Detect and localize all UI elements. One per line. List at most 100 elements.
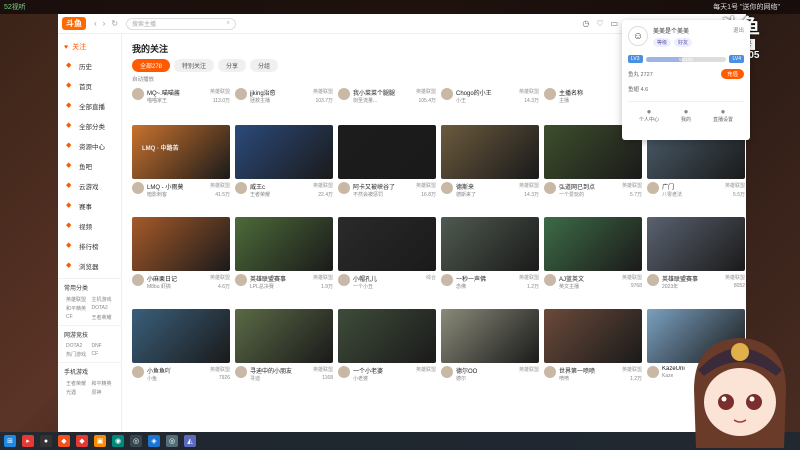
category-tag[interactable]: 原神 (92, 389, 114, 396)
sidebar-item[interactable]: ◆ 浏览器 (58, 256, 121, 276)
stream-card[interactable]: AJ蓝英文 英雄联盟 英文主播 9768 (544, 217, 642, 305)
stream-card[interactable]: 德尔OO 英雄联盟 德尔 (441, 309, 539, 397)
category-tag[interactable]: CF (92, 351, 114, 358)
popup-link[interactable]: ● 个人中心 (639, 107, 659, 123)
streamer-avatar[interactable] (235, 366, 247, 378)
category-tag[interactable]: DNF (92, 343, 114, 349)
stream-thumbnail[interactable] (132, 217, 230, 271)
streamer-avatar[interactable] (647, 182, 659, 194)
back-arrow-icon[interactable]: ‹ (94, 19, 97, 28)
category-tag[interactable]: CF (66, 314, 88, 321)
popup-avatar-icon[interactable]: ☺ (628, 26, 648, 46)
popup-link[interactable]: ● 直播设置 (713, 107, 733, 123)
steam-icon[interactable]: ◎ (130, 435, 142, 447)
stream-card[interactable]: 英雄联盟赛事 英雄联盟 LPL总决赛 1.9万 (235, 217, 333, 305)
stream-card[interactable]: 世界第一喷喷 英雄联盟 喷喷 1.2万 (544, 309, 642, 397)
sidebar-item[interactable]: ◆ 资源中心 (58, 136, 121, 156)
stream-thumbnail[interactable] (338, 217, 436, 271)
qq-icon[interactable]: ● (40, 435, 52, 447)
stream-thumbnail[interactable] (544, 309, 642, 363)
popup-link[interactable]: ● 我的 (681, 107, 691, 123)
stream-thumbnail[interactable] (647, 217, 745, 271)
app-icon-5[interactable]: ◈ (148, 435, 160, 447)
heart-icon[interactable]: ♡ (596, 19, 603, 28)
stream-card[interactable]: 一个小老婆 英雄联盟 小老婆 (338, 309, 436, 397)
stream-thumbnail[interactable]: LMQ · 中路苦 (132, 125, 230, 179)
streamer-avatar[interactable] (338, 274, 350, 286)
filter-chip[interactable]: 特别关注 (174, 59, 215, 72)
recharge-button[interactable]: 充值 (720, 69, 744, 79)
sidebar-item[interactable]: ◆ 全部直播 (58, 96, 121, 116)
category-tag[interactable]: 和平精英 (92, 380, 114, 387)
stream-thumbnail[interactable] (338, 125, 436, 179)
stream-card[interactable]: Chogo的小王 英雄联盟 小王 14.3万 (441, 85, 539, 119)
stream-thumbnail[interactable] (441, 217, 539, 271)
category-tag[interactable]: 热门游戏 (66, 351, 88, 358)
category-tag[interactable]: 主机游戏 (92, 296, 114, 303)
stream-card[interactable]: 小帽孔儿 综合 一个小丑 (338, 217, 436, 305)
app-icon-3[interactable]: ▣ (94, 435, 106, 447)
filter-chip[interactable]: 分组 (250, 59, 279, 72)
stream-thumbnail[interactable] (441, 309, 539, 363)
category-tag[interactable]: 英雄联盟 (66, 296, 88, 303)
stream-thumbnail[interactable] (235, 309, 333, 363)
sidebar-follow[interactable]: ♥ 关注 (58, 38, 121, 56)
streamer-avatar[interactable] (544, 182, 556, 194)
stream-card[interactable]: 小麻栗日记 英雄联盟 M8bu 虾搞 4.6万 (132, 217, 230, 305)
badge-level[interactable]: 等级 (653, 38, 672, 47)
sidebar-item[interactable]: ◆ 鱼吧 (58, 156, 121, 176)
streamer-avatar[interactable] (235, 182, 247, 194)
streamer-avatar[interactable] (544, 274, 556, 286)
app-icon-6[interactable]: ◎ (166, 435, 178, 447)
streamer-avatar[interactable] (544, 366, 556, 378)
clock-icon[interactable]: ◷ (582, 19, 589, 28)
stream-card[interactable]: 我小菜菜个腿腿 英雄联盟 剑圣流量... 105.4万 (338, 85, 436, 119)
category-tag[interactable]: DOTA2 (92, 305, 114, 312)
streamer-avatar[interactable] (132, 182, 144, 194)
streamer-avatar[interactable] (338, 366, 350, 378)
streamer-avatar[interactable] (441, 366, 453, 378)
stream-card[interactable]: 威王c 英雄联盟 王者荣耀 22.4万 (235, 125, 333, 213)
stream-thumbnail[interactable] (338, 309, 436, 363)
start-icon[interactable]: ⊞ (4, 435, 16, 447)
stream-card[interactable]: MQ~.喵喵酱 英雄联盟 喵喵家王 113.0万 (132, 85, 230, 119)
streamer-avatar[interactable] (647, 274, 659, 286)
app-icon-4[interactable]: ◉ (112, 435, 124, 447)
streamer-avatar[interactable] (235, 88, 247, 100)
category-tag[interactable]: DOTA2 (66, 343, 88, 349)
refresh-icon[interactable]: ↻ (111, 19, 118, 28)
streamer-avatar[interactable] (235, 274, 247, 286)
exit-button[interactable]: 退出 (733, 26, 744, 47)
stream-thumbnail[interactable] (235, 217, 333, 271)
streamer-avatar[interactable] (132, 88, 144, 100)
sidebar-item[interactable]: ◆ 全部分类 (58, 116, 121, 136)
stream-card[interactable]: 一秒一声佛 英雄联盟 念佛 1.2万 (441, 217, 539, 305)
streamer-avatar[interactable] (441, 88, 453, 100)
stream-card[interactable]: 英雄联盟赛事 英雄联盟 2023年 8052 (647, 217, 745, 305)
search-icon[interactable]: ⌕ (227, 20, 230, 27)
message-icon[interactable]: ▭ (611, 19, 619, 28)
stream-card[interactable]: jjking治愈 英雄联盟 拯救主播 103.7万 (235, 85, 333, 119)
category-tag[interactable]: 王者荣耀 (66, 380, 88, 387)
sidebar-item[interactable]: ◆ 历史 (58, 56, 121, 76)
category-tag[interactable]: 和平精英 (66, 305, 88, 312)
app-icon-2[interactable]: ◆ (76, 435, 88, 447)
stream-thumbnail[interactable] (441, 125, 539, 179)
filter-chip[interactable]: 全部278 (132, 59, 171, 72)
app-icon-1[interactable]: ◆ (58, 435, 70, 447)
streamer-avatar[interactable] (544, 88, 556, 100)
sidebar-item[interactable]: ◆ 视频 (58, 216, 121, 236)
filter-chip[interactable]: 分享 (218, 59, 247, 72)
sidebar-item[interactable]: ◆ 首页 (58, 76, 121, 96)
streamer-avatar[interactable] (441, 274, 453, 286)
stream-thumbnail[interactable] (544, 217, 642, 271)
streamer-avatar[interactable] (338, 182, 350, 194)
stream-card[interactable]: LMQ · 中路苦 LMQ - 小雨莫 英雄联盟 暗影刺客 41.5万 (132, 125, 230, 213)
stream-thumbnail[interactable] (235, 125, 333, 179)
douyu-taskbar-icon[interactable]: ▸ (22, 435, 34, 447)
stream-card[interactable]: 阿卡又被峡谷了 英雄联盟 不然会被惩罚 16.8万 (338, 125, 436, 213)
streamer-avatar[interactable] (132, 274, 144, 286)
search-input[interactable]: 搜索主播 ⌕ (126, 17, 237, 30)
forward-arrow-icon[interactable]: › (103, 19, 106, 28)
streamer-avatar[interactable] (647, 366, 659, 378)
